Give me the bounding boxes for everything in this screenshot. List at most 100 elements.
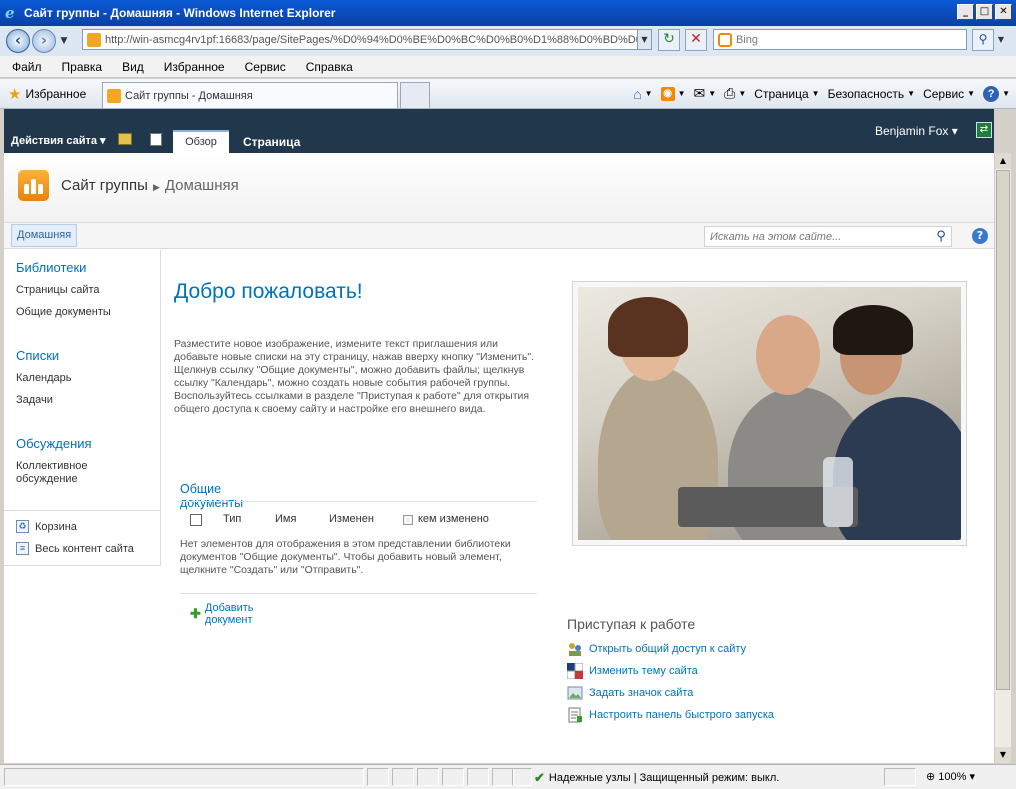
favorites-button[interactable]: ★ Избранное [8, 85, 86, 103]
quicklaunch-discussions-heading[interactable]: Обсуждения [16, 436, 92, 451]
protected-mode-icon-cell[interactable] [884, 768, 916, 786]
ribbon-tab-page[interactable]: Страница [243, 135, 300, 149]
help-icon[interactable]: ? [972, 228, 988, 244]
safety-menu-dropdown-icon[interactable]: ▼ [907, 89, 915, 98]
menu-file[interactable]: Файл [12, 60, 42, 74]
help-icon[interactable]: ? [983, 85, 1000, 102]
back-button[interactable]: ‹ [6, 29, 30, 53]
share-site-link[interactable]: Открыть общий доступ к сайту [567, 641, 746, 657]
page-menu-dropdown-icon[interactable]: ▼ [812, 89, 820, 98]
web-search-field[interactable]: Bing [713, 29, 967, 50]
tools-menu[interactable]: Сервис [923, 87, 964, 101]
topnav-home-tab[interactable]: Домашняя [11, 224, 78, 247]
stop-button[interactable]: ✕ [685, 29, 707, 51]
home-icon[interactable]: ⌂ [633, 86, 641, 102]
site-title-area: Сайт группы ▶ Домашняя [4, 153, 994, 223]
quicklaunch-lists-heading[interactable]: Списки [16, 348, 59, 363]
page-viewport: Действия сайта ▾ Обзор Страница Benjamin… [4, 109, 994, 763]
status-text-cell [4, 768, 364, 786]
shared-documents-webpart-title[interactable]: Общие документы [180, 482, 243, 510]
navigate-up-icon[interactable] [118, 133, 132, 145]
search-provider-dropdown-icon[interactable]: ▼ [995, 29, 1007, 51]
share-site-icon [569, 643, 581, 656]
menu-view[interactable]: Вид [122, 60, 144, 74]
team-site-logo-icon[interactable] [18, 170, 49, 201]
url-text[interactable]: http://win-asmcg4rv1pf:16683/page/SitePa… [105, 34, 637, 46]
quicklaunch-team-discussion[interactable]: Коллективное обсуждение [16, 460, 136, 486]
empty-list-message: Нет элементов для отображения в этом пре… [180, 538, 511, 576]
menu-help[interactable]: Справка [306, 60, 353, 74]
ie-logo-icon: e [5, 4, 15, 22]
site-image-webpart [572, 281, 967, 546]
select-all-checkbox[interactable] [190, 514, 202, 526]
add-document-link[interactable]: ✚ Добавить документ [190, 602, 254, 626]
scrollbar-thumb[interactable] [996, 170, 1010, 690]
breadcrumb-site-link[interactable]: Сайт группы [61, 177, 148, 194]
security-zone-status[interactable]: ✔ Надежные узлы | Защищенный режим: выкл… [534, 770, 779, 786]
user-menu[interactable]: Benjamin Fox ▾ [875, 124, 958, 138]
web-search-button[interactable]: ⚲ [972, 29, 994, 51]
forward-button[interactable]: › [32, 29, 56, 53]
refresh-button[interactable]: ↻ [658, 29, 680, 51]
home-dropdown-icon[interactable]: ▼ [645, 89, 653, 98]
site-actions-menu[interactable]: Действия сайта ▾ [11, 134, 106, 147]
new-tab-button[interactable] [400, 82, 430, 108]
maximize-button[interactable]: □ [976, 4, 993, 20]
all-site-content-link[interactable]: ≡ Весь контент сайта [16, 542, 134, 555]
site-search-input[interactable]: Искать на этом сайте... ⚲ [704, 226, 952, 247]
safety-menu[interactable]: Безопасность [828, 87, 905, 101]
share-site-label: Открыть общий доступ к сайту [589, 643, 747, 655]
quicklaunch-libraries-heading[interactable]: Библиотеки [16, 260, 86, 275]
privacy-icon-cell[interactable] [512, 768, 532, 786]
url-field[interactable]: http://win-asmcg4rv1pf:16683/page/SitePa… [82, 29, 652, 50]
add-document-label: Добавить документ [204, 602, 254, 626]
column-modified[interactable]: Изменен [329, 513, 374, 525]
quicklaunch-calendar[interactable]: Календарь [16, 372, 72, 385]
recycle-bin-icon: ♻ [16, 520, 29, 533]
top-navigation: Домашняя Искать на этом сайте... ⚲ ? [4, 223, 994, 249]
menu-tools[interactable]: Сервис [245, 60, 286, 74]
recycle-bin-link[interactable]: ♻ Корзина [16, 520, 77, 533]
zoom-level[interactable]: ⊕ 100% ▾ [926, 770, 975, 783]
menu-edit[interactable]: Правка [62, 60, 103, 74]
change-theme-link[interactable]: Изменить тему сайта [567, 663, 698, 679]
history-dropdown-icon[interactable]: ▼ [58, 36, 70, 46]
change-theme-label: Изменить тему сайта [589, 665, 698, 677]
column-type[interactable]: Тип [223, 513, 241, 525]
mail-dropdown-icon[interactable]: ▼ [708, 89, 716, 98]
quicklaunch-tasks[interactable]: Задачи [16, 394, 53, 407]
quicklaunch-site-pages[interactable]: Страницы сайта [16, 284, 100, 297]
set-site-icon-link[interactable]: Задать значок сайта [567, 685, 693, 701]
mail-icon[interactable]: ✉ [694, 85, 706, 102]
help-dropdown-icon[interactable]: ▼ [1002, 89, 1010, 98]
quicklaunch-shared-documents[interactable]: Общие документы [16, 306, 111, 319]
feeds-icon[interactable]: ◉ [660, 86, 675, 101]
print-icon[interactable]: ⎙ [724, 85, 735, 102]
scroll-up-arrow-icon[interactable]: ▲ [995, 153, 1011, 169]
close-button[interactable]: ✕ [995, 4, 1012, 20]
page-vertical-scrollbar[interactable]: ▲ ▼ [994, 153, 1011, 763]
scroll-down-arrow-icon[interactable]: ▼ [995, 747, 1011, 763]
status-cell [367, 768, 389, 786]
minimize-button[interactable]: _ [957, 4, 974, 20]
document-list-header: Тип Имя Изменен кем изменено [190, 513, 520, 529]
print-dropdown-icon[interactable]: ▼ [738, 89, 746, 98]
browser-tab-active[interactable]: Сайт группы - Домашняя [102, 82, 398, 108]
customize-quick-launch-link[interactable]: Настроить панель быстрого запуска [567, 707, 774, 723]
tab-favicon-icon [107, 88, 121, 103]
column-modified-by[interactable]: кем изменено [418, 513, 489, 525]
status-cell [492, 768, 514, 786]
column-name[interactable]: Имя [275, 513, 296, 525]
ribbon-tab-browse[interactable]: Обзор [173, 130, 229, 153]
menu-favorites[interactable]: Избранное [164, 60, 225, 74]
page-menu[interactable]: Страница [754, 87, 808, 101]
feeds-dropdown-icon[interactable]: ▼ [678, 89, 686, 98]
social-notification-icon[interactable]: ⇄ [976, 122, 992, 138]
url-dropdown-icon[interactable]: ▼ [637, 30, 651, 49]
tools-menu-dropdown-icon[interactable]: ▼ [967, 89, 975, 98]
edit-page-icon[interactable] [150, 133, 162, 146]
search-icon[interactable]: ⚲ [931, 229, 951, 244]
team-photo [578, 287, 961, 540]
status-cell [417, 768, 439, 786]
getting-started-heading: Приступая к работе [567, 616, 696, 632]
